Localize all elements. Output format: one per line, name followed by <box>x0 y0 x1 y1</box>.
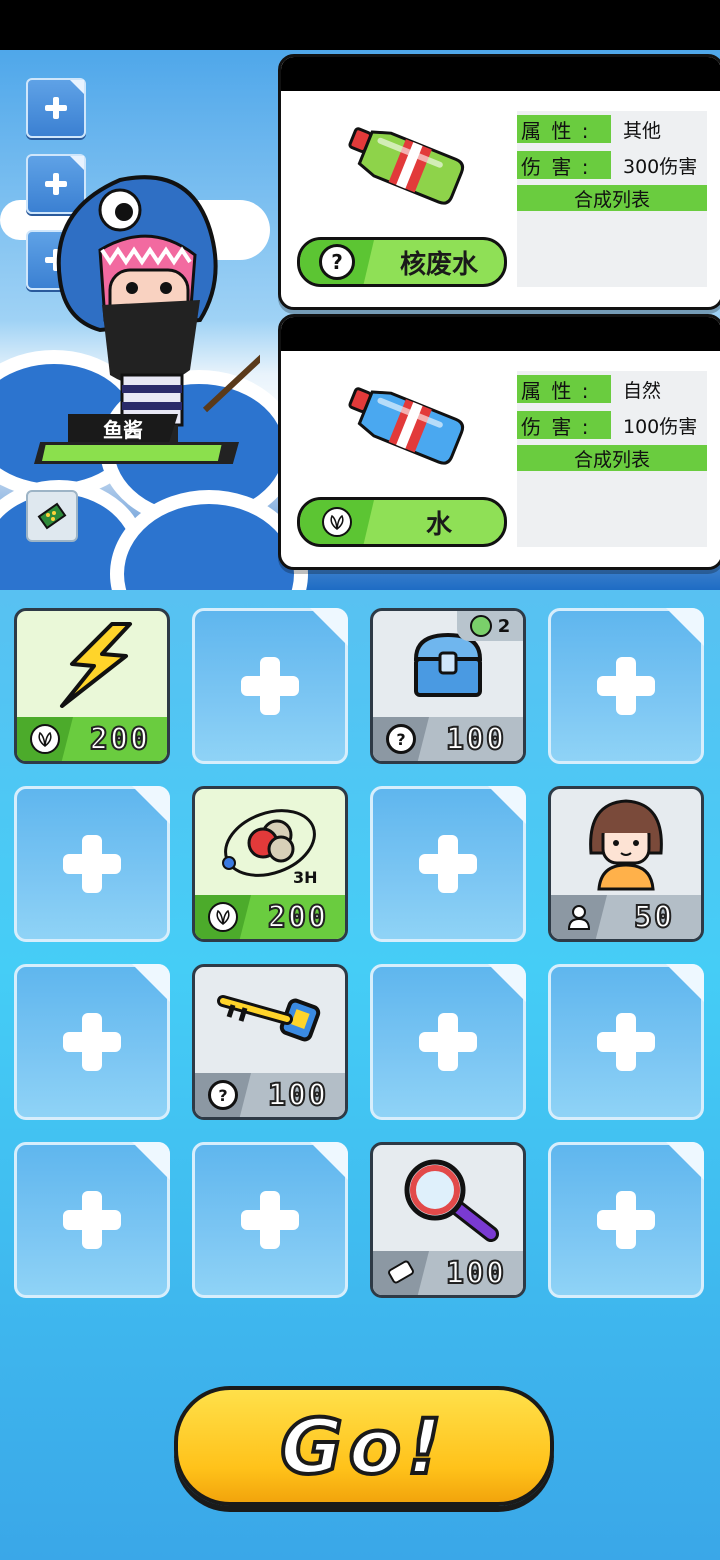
plus-icon <box>597 657 655 715</box>
cost-value: 200 <box>89 721 151 758</box>
item-name-pill[interactable]: ? 核废水 <box>297 237 507 287</box>
go-label: Go! <box>278 1400 448 1493</box>
leaf-icon <box>322 507 352 537</box>
item-name: 核废水 <box>399 249 478 280</box>
bottle-icon <box>348 387 465 465</box>
question-icon: ? <box>373 717 429 761</box>
character-name: 鱼酱 <box>68 414 178 442</box>
magnifier-icon <box>373 1145 523 1253</box>
item-stats: 属 性 : 其他 伤 害 : 300伤害 合成列表 <box>517 111 707 287</box>
plus-icon <box>63 835 121 893</box>
cost-value: 100 <box>445 721 507 758</box>
item-slot[interactable]: 3H 200 <box>192 786 348 942</box>
empty-slot[interactable] <box>192 1142 348 1298</box>
attribute-label: 属 性 : <box>517 115 611 143</box>
svg-text:3H: 3H <box>293 868 318 887</box>
damage-value: 100伤害 <box>623 415 698 438</box>
empty-slot[interactable] <box>370 964 526 1120</box>
go-button[interactable]: Go! <box>174 1386 554 1506</box>
question-icon: ? <box>319 244 355 280</box>
plus-icon <box>419 835 477 893</box>
plus-icon <box>241 1191 299 1249</box>
item-slot[interactable]: 50 <box>548 786 704 942</box>
synthesis-list-button[interactable]: 合成列表 <box>517 185 707 211</box>
card-header <box>281 317 720 351</box>
item-name: 水 <box>425 509 452 540</box>
empty-slot[interactable] <box>14 964 170 1120</box>
item-slot[interactable]: ? 100 <box>192 964 348 1120</box>
plus-icon <box>63 1013 121 1071</box>
hp-bar <box>34 442 239 464</box>
empty-slot[interactable] <box>548 964 704 1120</box>
lightning-icon <box>17 611 167 719</box>
empty-slot[interactable] <box>548 1142 704 1298</box>
character-nameplate: 鱼酱 <box>28 414 243 466</box>
damage-label: 伤 害 : <box>517 411 611 439</box>
empty-slot[interactable] <box>192 608 348 764</box>
plus-icon <box>241 657 299 715</box>
attribute-value: 其他 <box>623 119 662 142</box>
item-info-card: 水 属 性 : 自然 伤 害 : 100伤害 合成列表 <box>278 314 720 570</box>
hp-fill <box>42 445 222 461</box>
cost-bar: 50 <box>551 895 701 939</box>
plus-icon <box>597 1191 655 1249</box>
plus-icon <box>597 1013 655 1071</box>
chip-button[interactable] <box>26 490 78 542</box>
item-stats: 属 性 : 自然 伤 害 : 100伤害 合成列表 <box>517 371 707 547</box>
empty-slot[interactable] <box>14 1142 170 1298</box>
attribute-value: 自然 <box>623 379 662 402</box>
cost-bar: 100 <box>373 1251 523 1295</box>
cost-bar: 200 <box>195 895 345 939</box>
item-slot[interactable]: 100 <box>370 1142 526 1298</box>
cost-value: 100 <box>267 1077 329 1114</box>
synthesis-list-button[interactable]: 合成列表 <box>517 445 707 471</box>
add-slot-button[interactable] <box>26 78 86 138</box>
atom-3h-icon: 3H <box>195 789 345 897</box>
item-slot[interactable]: 2? 100 <box>370 608 526 764</box>
item-slot[interactable]: 200 <box>14 608 170 764</box>
leaf-icon <box>195 895 251 939</box>
plus-icon <box>63 1191 121 1249</box>
cost-value: 50 <box>633 899 675 936</box>
card-header <box>281 57 720 91</box>
question-icon: ? <box>195 1073 251 1117</box>
plus-icon <box>45 97 67 119</box>
item-info-card: ? 核废水 属 性 : 其他 伤 害 : 300伤害 合成列表 <box>278 54 720 310</box>
bottle-icon <box>348 127 465 205</box>
key-icon <box>195 967 345 1075</box>
cost-bar: 200 <box>17 717 167 761</box>
attribute-label: 属 性 : <box>517 375 611 403</box>
status-bar <box>0 0 720 50</box>
empty-slot[interactable] <box>548 608 704 764</box>
item-name-pill[interactable]: 水 <box>297 497 507 547</box>
cost-value: 200 <box>267 899 329 936</box>
plus-icon <box>419 1013 477 1071</box>
person-icon <box>551 895 607 939</box>
girl-avatar-icon <box>551 789 701 897</box>
empty-slot[interactable] <box>370 786 526 942</box>
count-badge: 2 <box>457 611 523 641</box>
eraser-icon <box>373 1251 429 1295</box>
leaf-icon <box>17 717 73 761</box>
empty-slot[interactable] <box>14 786 170 942</box>
cost-bar: ? 100 <box>195 1073 345 1117</box>
damage-value: 300伤害 <box>623 155 698 178</box>
circuit-chip-icon <box>37 502 67 530</box>
cost-bar: ? 100 <box>373 717 523 761</box>
cost-value: 100 <box>445 1255 507 1292</box>
damage-label: 伤 害 : <box>517 151 611 179</box>
